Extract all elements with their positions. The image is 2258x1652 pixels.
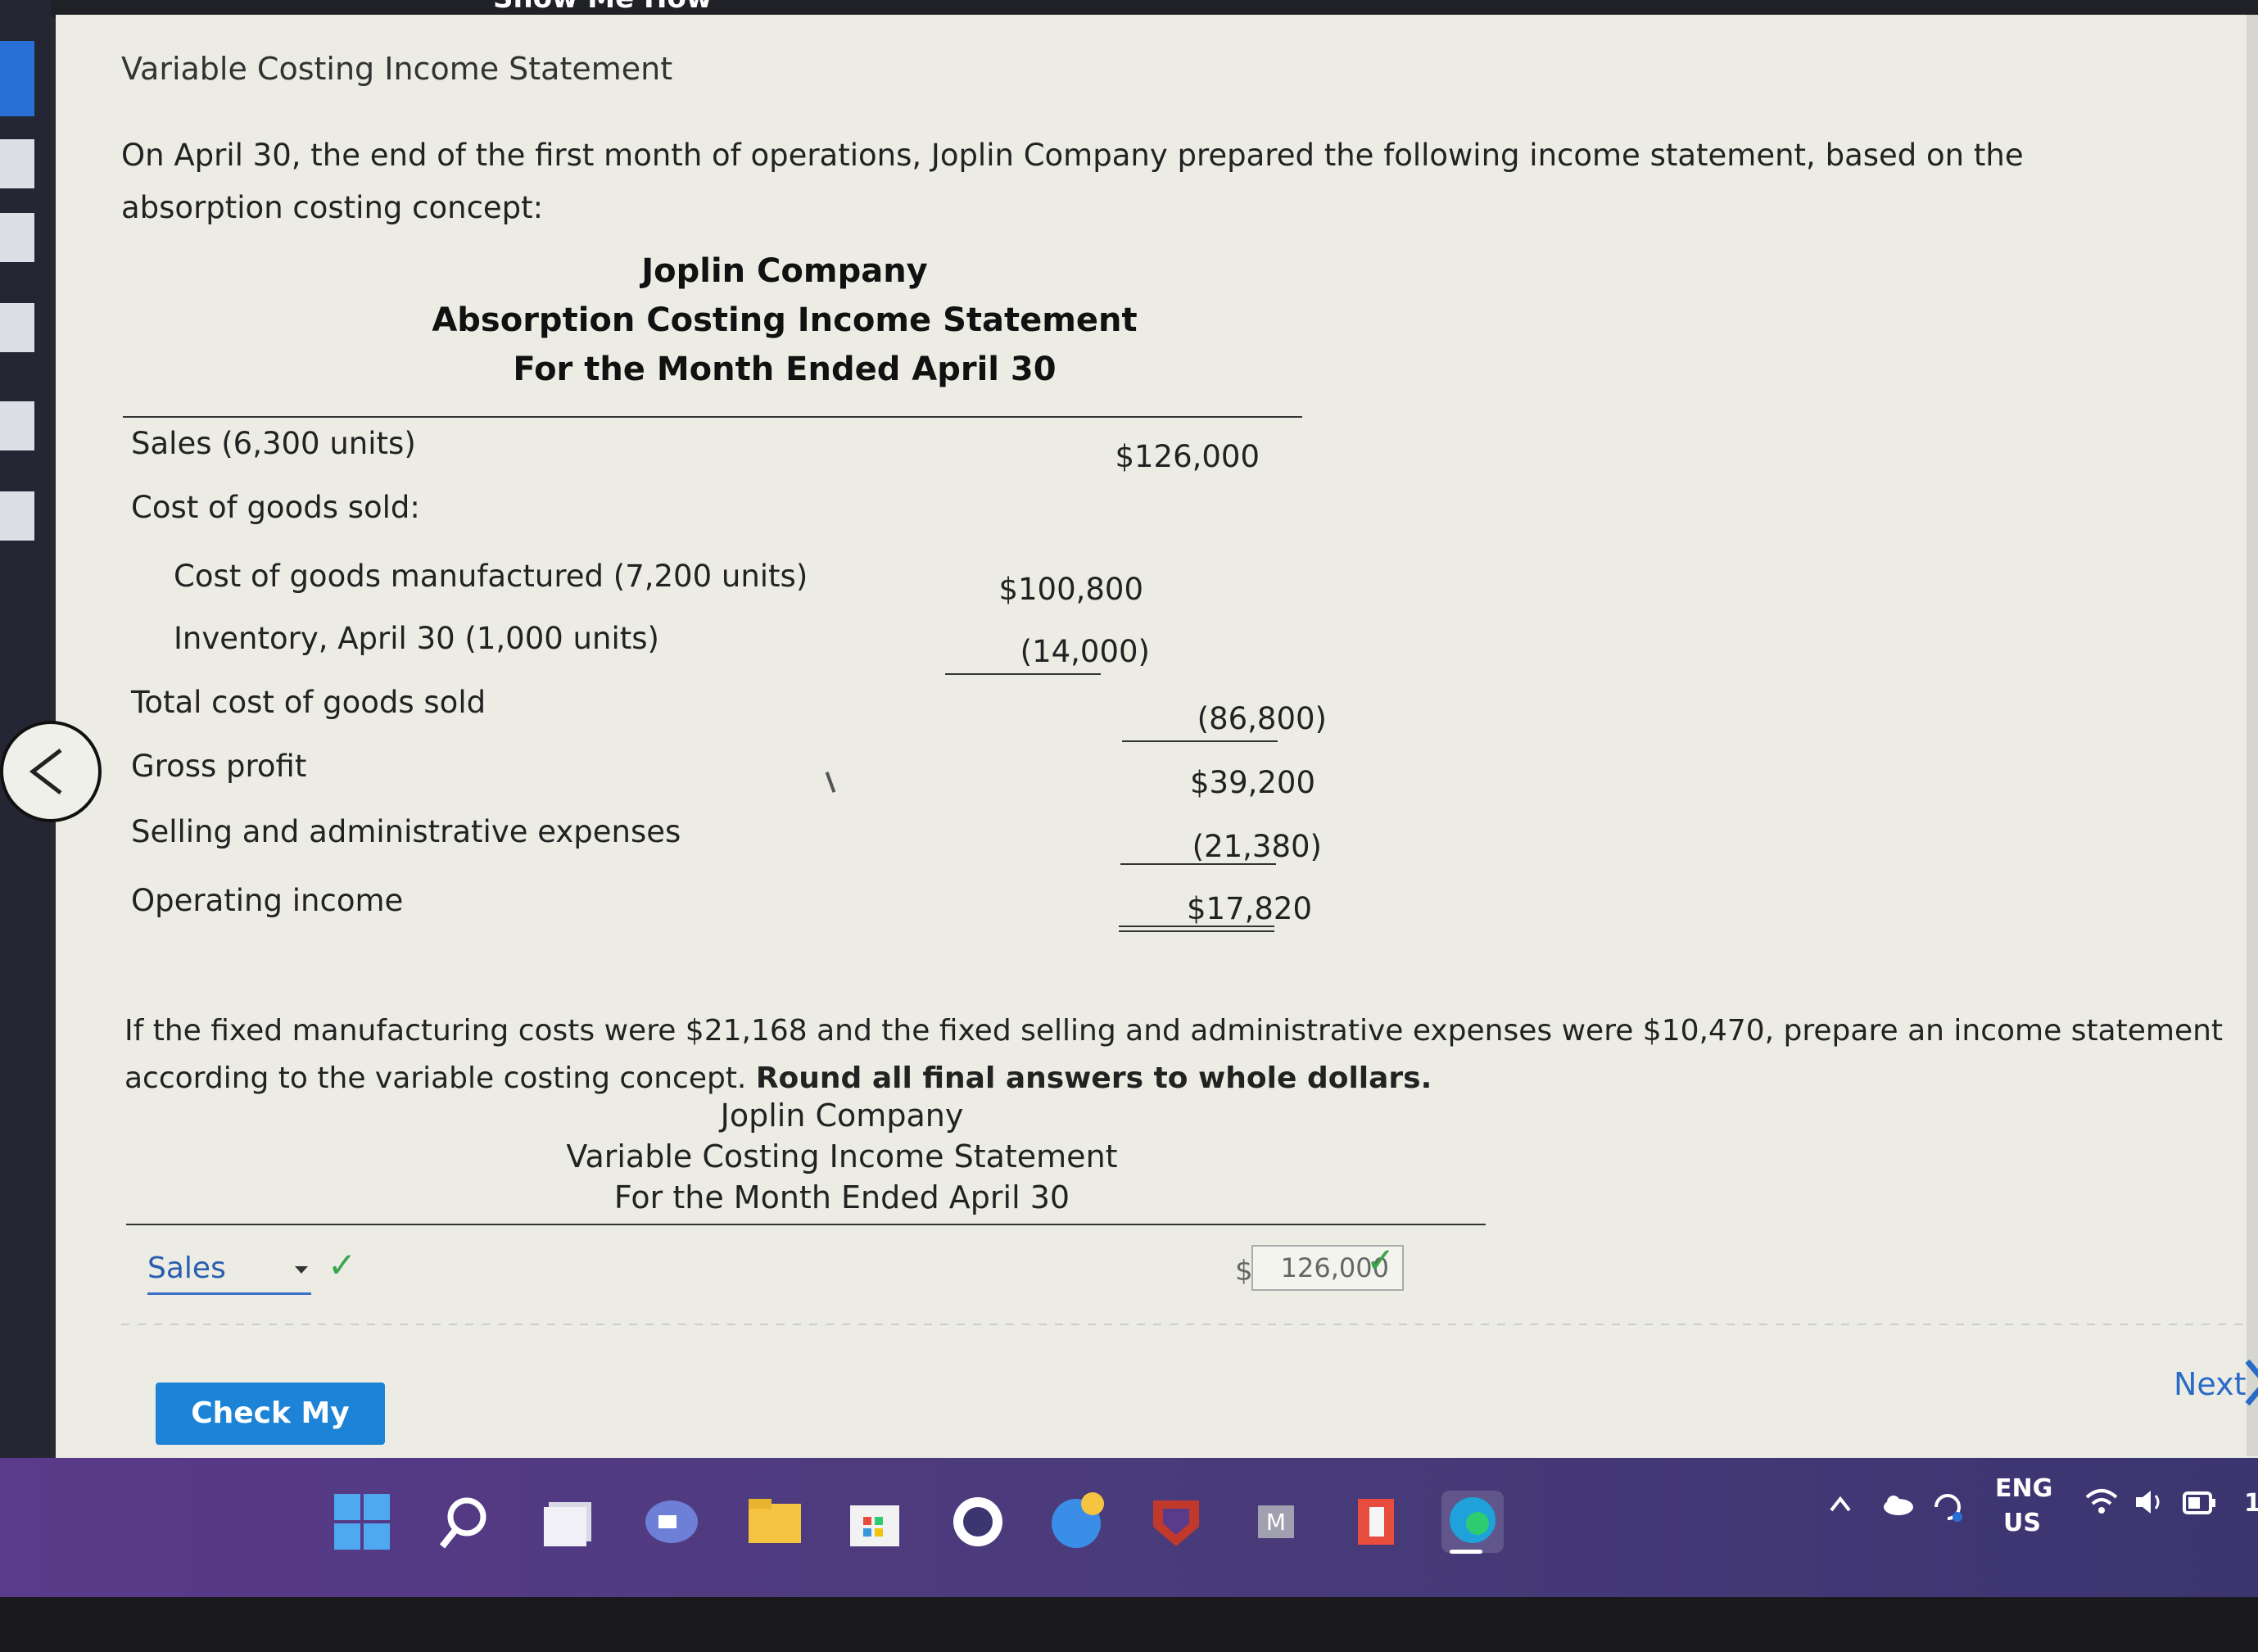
question-text: If the fixed manufacturing costs were $2… (124, 1007, 2258, 1102)
cogs-label: Cost of goods sold: (131, 490, 420, 525)
sidebar-tab[interactable] (0, 139, 34, 188)
select-value: Sales (147, 1251, 226, 1285)
app-circle-icon[interactable] (947, 1491, 1009, 1553)
chevron-up-icon[interactable] (1828, 1492, 1853, 1517)
svg-text:M: M (1266, 1509, 1286, 1536)
statement-header-rule (123, 416, 1302, 418)
sidebar-tab[interactable] (0, 401, 34, 450)
sidebar-tab-active[interactable] (0, 41, 34, 116)
line-item-select[interactable]: Sales (147, 1251, 311, 1295)
inventory-value: (14,000) (1020, 634, 1150, 669)
absorption-title: Absorption Costing Income Statement (432, 301, 1138, 339)
section-divider (121, 1324, 2251, 1325)
windows-start-icon[interactable] (331, 1491, 393, 1553)
operating-income-value: $17,820 (1186, 891, 1312, 926)
sync-icon[interactable] (1930, 1489, 1966, 1525)
cogm-label: Cost of goods manufactured (7,200 units) (174, 559, 808, 594)
double-rule-bottom (1119, 930, 1274, 932)
sidebar-tab[interactable] (0, 213, 34, 262)
total-cogs-rule (1122, 740, 1278, 742)
variable-title: Variable Costing Income Statement (566, 1138, 1118, 1175)
battery-icon[interactable] (2182, 1489, 2218, 1517)
search-icon[interactable] (434, 1491, 496, 1553)
cloud-icon[interactable] (1880, 1492, 1915, 1517)
sidebar-tab[interactable] (0, 491, 34, 541)
chat-icon[interactable] (640, 1491, 703, 1553)
amount-correct-check-icon: ✓ (1366, 1240, 1396, 1280)
desk-edge (0, 1597, 2258, 1652)
check-my-work-button[interactable]: Check My Work (156, 1383, 385, 1492)
wifi-icon[interactable] (2084, 1487, 2120, 1517)
question-rounding-note: Round all final answers to whole dollars… (755, 1061, 1432, 1095)
correct-check-icon: ✓ (328, 1245, 357, 1285)
problem-page: Variable Costing Income Statement On Apr… (56, 15, 2258, 1492)
chevron-down-icon[interactable] (295, 1266, 308, 1274)
edge-browser-icon[interactable] (1441, 1491, 1504, 1553)
mail-app-icon[interactable]: M (1245, 1491, 1307, 1553)
gross-profit-label: Gross profit (131, 749, 307, 784)
chevron-right-icon[interactable] (2242, 1358, 2258, 1407)
sales-label: Sales (6,300 units) (131, 426, 416, 461)
currency-prefix: $ (1235, 1255, 1253, 1288)
variable-header-rule (126, 1224, 1486, 1225)
subtotal-rule (945, 673, 1101, 675)
language-line2[interactable]: US (2003, 1509, 2041, 1537)
language-line1[interactable]: ENG (1995, 1474, 2052, 1503)
mouse-cursor (825, 772, 836, 793)
problem-heading: Variable Costing Income Statement (121, 51, 673, 87)
office-icon[interactable] (1345, 1491, 1407, 1553)
task-view-icon[interactable] (539, 1491, 601, 1553)
sales-value: $126,000 (1115, 439, 1260, 474)
double-rule-top (1119, 926, 1274, 927)
total-cogs-label: Total cost of goods sold (131, 685, 486, 720)
problem-intro: On April 30, the end of the first month … (121, 138, 2024, 225)
clock-fragment: 1 (2244, 1489, 2258, 1518)
absorption-period: For the Month Ended April 30 (513, 351, 1057, 388)
active-app-indicator (1450, 1550, 1482, 1554)
shield-app-icon[interactable] (1145, 1491, 1207, 1553)
gross-profit-value: $39,200 (1189, 765, 1315, 800)
sga-value: (21,380) (1192, 829, 1322, 864)
previous-button[interactable] (0, 721, 102, 822)
sga-label: Selling and administrative expenses (131, 814, 681, 849)
sga-rule (1120, 863, 1276, 865)
store-icon[interactable] (844, 1491, 906, 1553)
cogm-value: $100,800 (998, 572, 1143, 607)
help-icon[interactable] (1045, 1491, 1107, 1553)
scrollbar[interactable] (2247, 15, 2258, 1456)
total-cogs-value: (86,800) (1197, 701, 1327, 736)
variable-company: Joplin Company (720, 1098, 964, 1134)
operating-income-label: Operating income (131, 883, 404, 918)
file-explorer-icon[interactable] (744, 1491, 806, 1553)
volume-icon[interactable] (2133, 1486, 2169, 1518)
variable-period: For the Month Ended April 30 (613, 1179, 1070, 1215)
chevron-left-icon (29, 749, 62, 794)
next-button[interactable]: Next (2174, 1366, 2247, 1402)
sidebar-tab[interactable] (0, 303, 34, 352)
window-title-fragment: Show Me How (493, 0, 712, 15)
absorption-company: Joplin Company (641, 252, 928, 290)
inventory-label: Inventory, April 30 (1,000 units) (174, 621, 659, 656)
